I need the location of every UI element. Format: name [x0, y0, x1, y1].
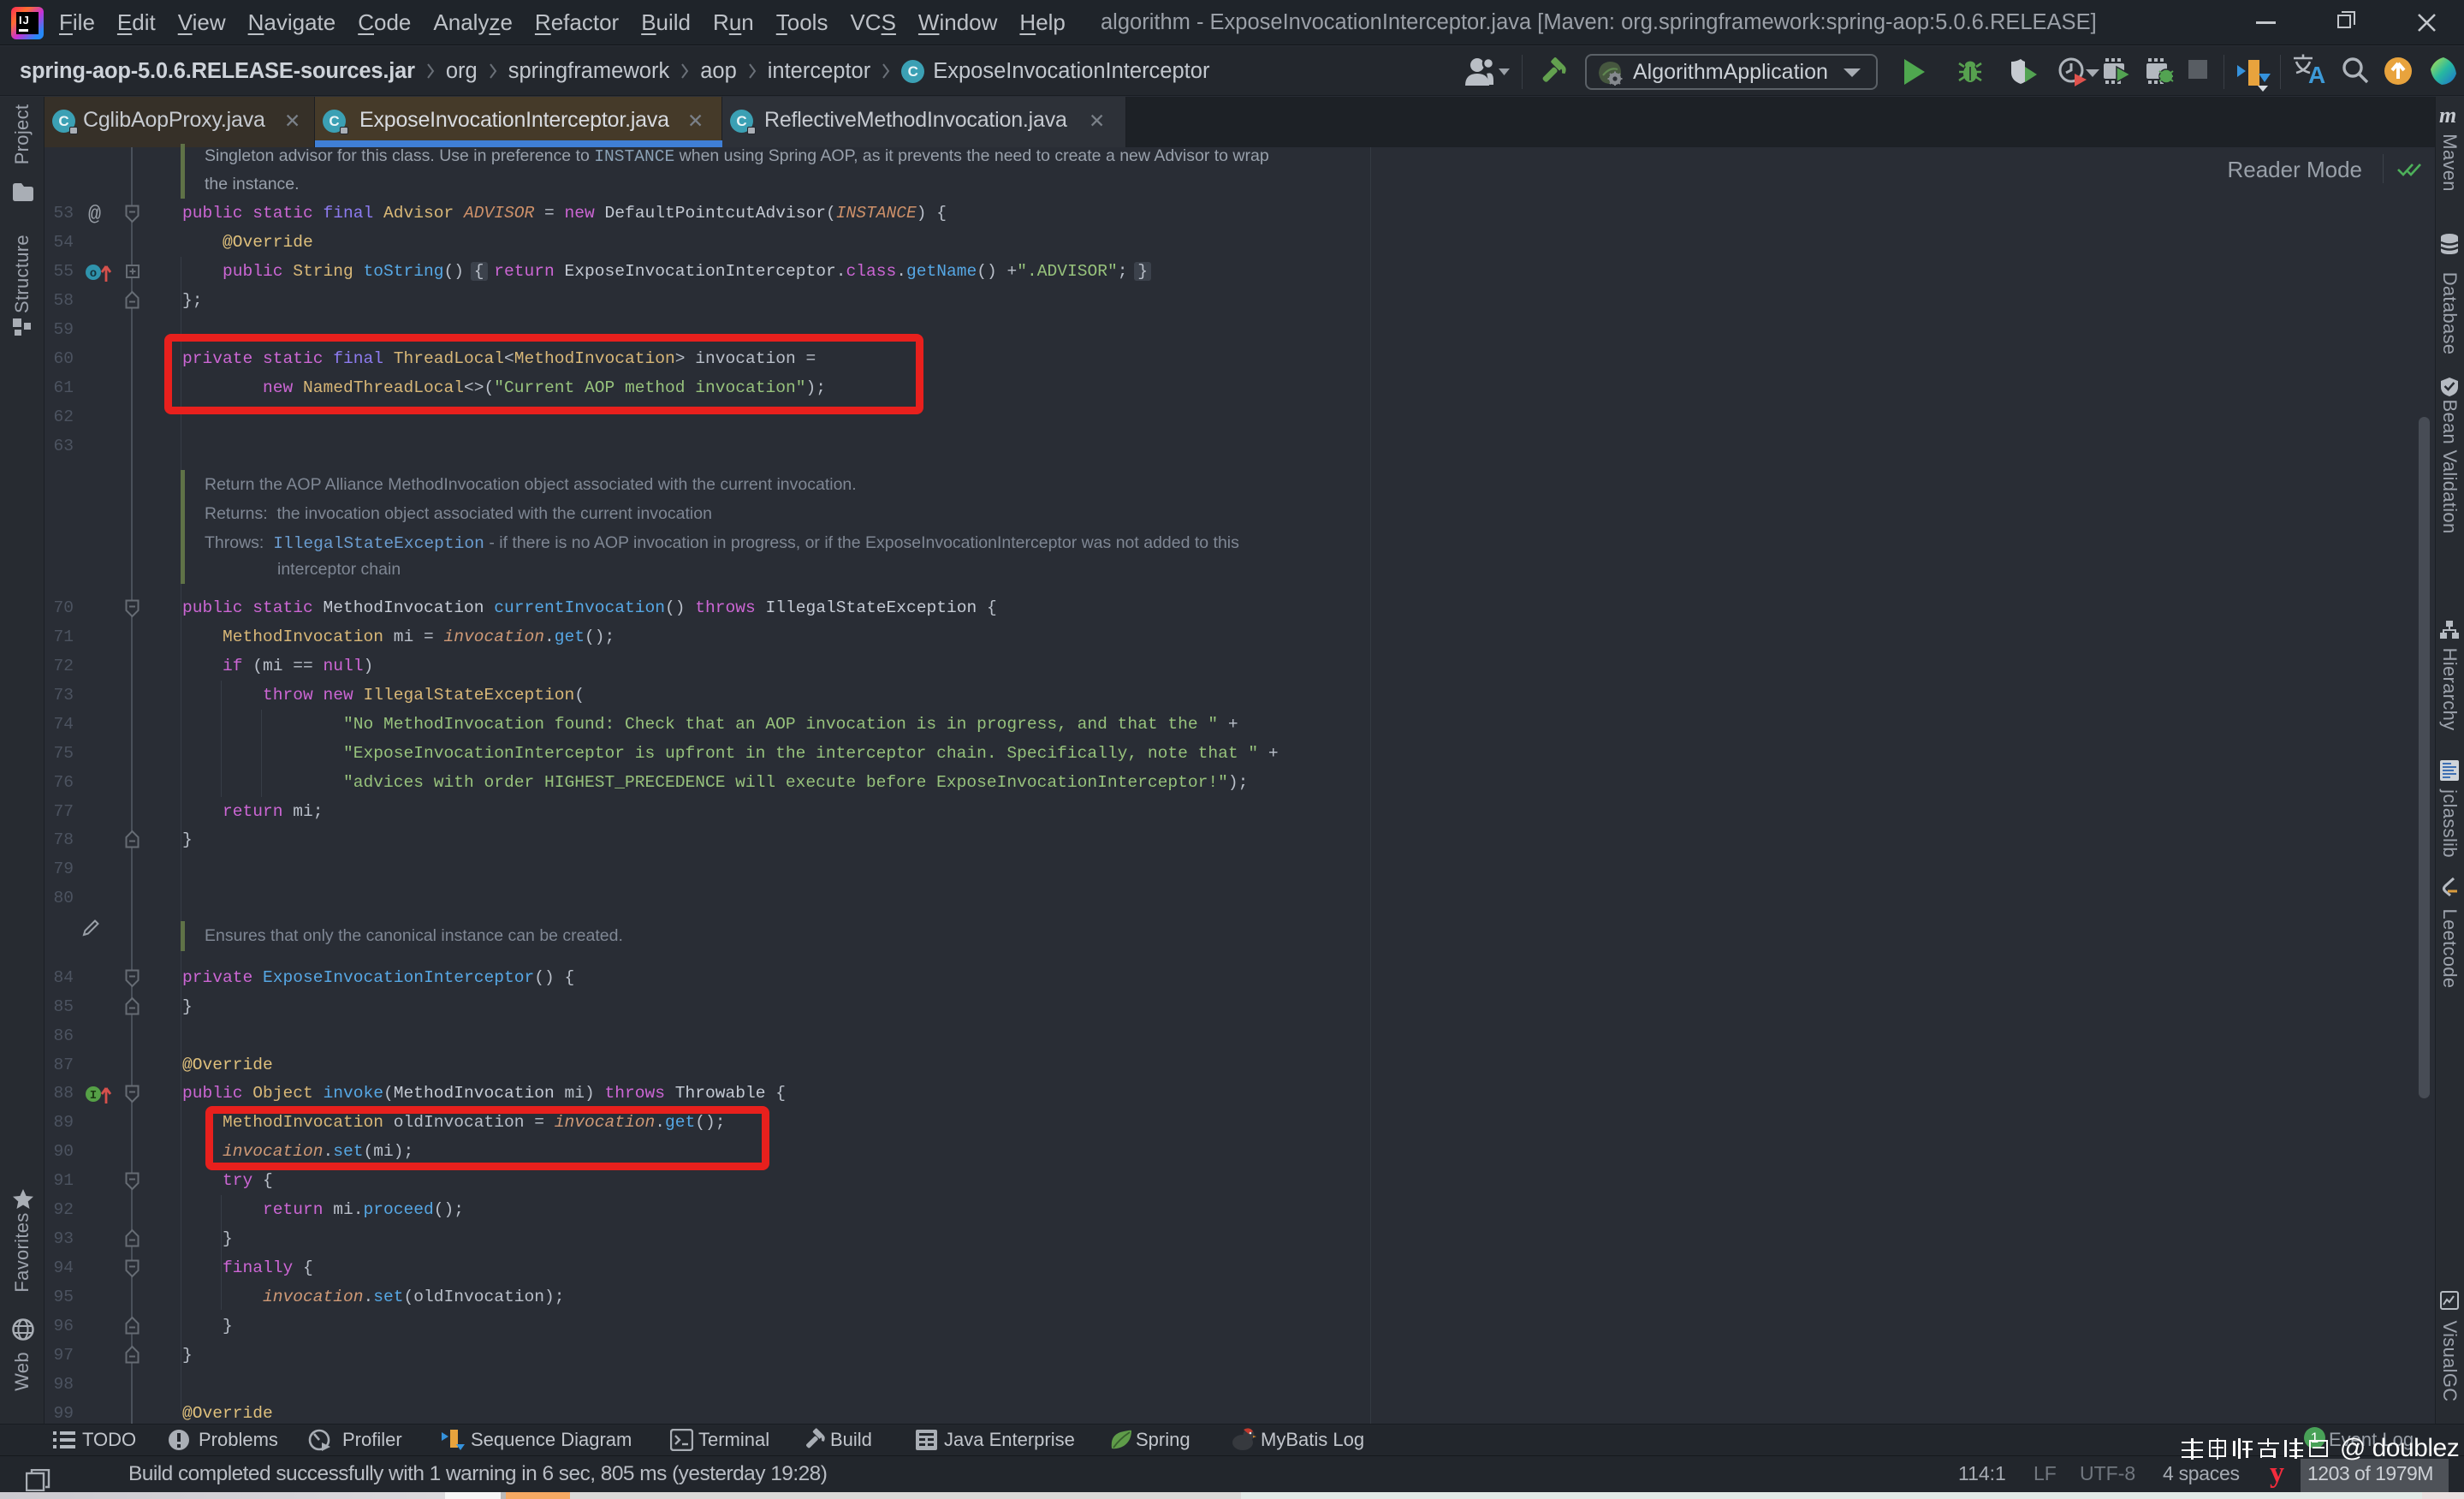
svg-text:I: I	[90, 1089, 97, 1103]
svg-text:o: o	[90, 267, 97, 281]
